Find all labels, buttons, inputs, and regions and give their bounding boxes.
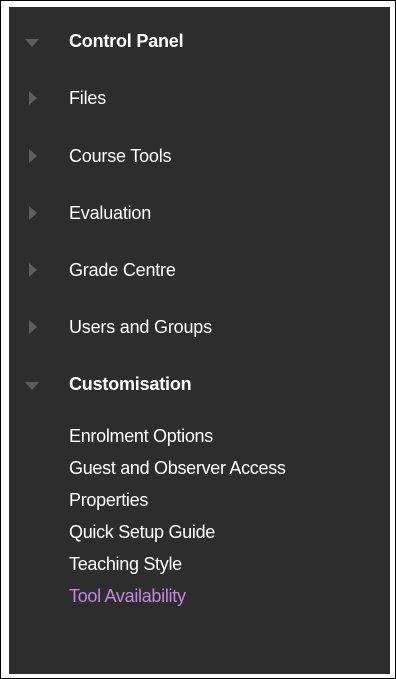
menu-item-label: Course Tools xyxy=(69,146,172,166)
menu-item-grade-centre[interactable]: Grade Centre xyxy=(9,253,390,287)
screenshot-frame: Control Panel Files Course Tools Evaluat… xyxy=(0,0,396,679)
menu-item-course-tools[interactable]: Course Tools xyxy=(9,139,390,173)
menu-header-label: Customisation xyxy=(69,374,192,394)
menu-item-files[interactable]: Files xyxy=(9,81,390,115)
triangle-down-icon xyxy=(25,39,39,47)
submenu-link-enrolment-options[interactable]: Enrolment Options xyxy=(69,421,213,451)
submenu-link-guest-and-observer-access[interactable]: Guest and Observer Access xyxy=(69,453,286,483)
triangle-right-icon xyxy=(29,206,37,220)
menu-item-label: Evaluation xyxy=(69,203,152,223)
triangle-right-icon xyxy=(29,149,37,163)
triangle-right-icon xyxy=(29,263,37,277)
submenu-link-teaching-style[interactable]: Teaching Style xyxy=(69,549,182,579)
menu-header-control-panel[interactable]: Control Panel xyxy=(9,24,390,58)
menu-item-label: Users and Groups xyxy=(69,317,212,337)
triangle-right-icon xyxy=(29,320,37,334)
menu-item-evaluation[interactable]: Evaluation xyxy=(9,196,390,230)
menu-header-customisation[interactable]: Customisation xyxy=(9,367,390,401)
menu-item-users-and-groups[interactable]: Users and Groups xyxy=(9,310,390,344)
submenu-link-quick-setup-guide[interactable]: Quick Setup Guide xyxy=(69,517,215,547)
triangle-down-icon xyxy=(25,382,39,390)
submenu-link-tool-availability[interactable]: Tool Availability xyxy=(69,581,186,611)
triangle-right-icon xyxy=(29,91,37,105)
menu-item-label: Files xyxy=(69,88,107,108)
control-panel-menu: Control Panel Files Course Tools Evaluat… xyxy=(9,7,390,674)
menu-header-label: Control Panel xyxy=(69,31,184,51)
submenu-link-properties[interactable]: Properties xyxy=(69,485,148,515)
menu-item-label: Grade Centre xyxy=(69,260,176,280)
